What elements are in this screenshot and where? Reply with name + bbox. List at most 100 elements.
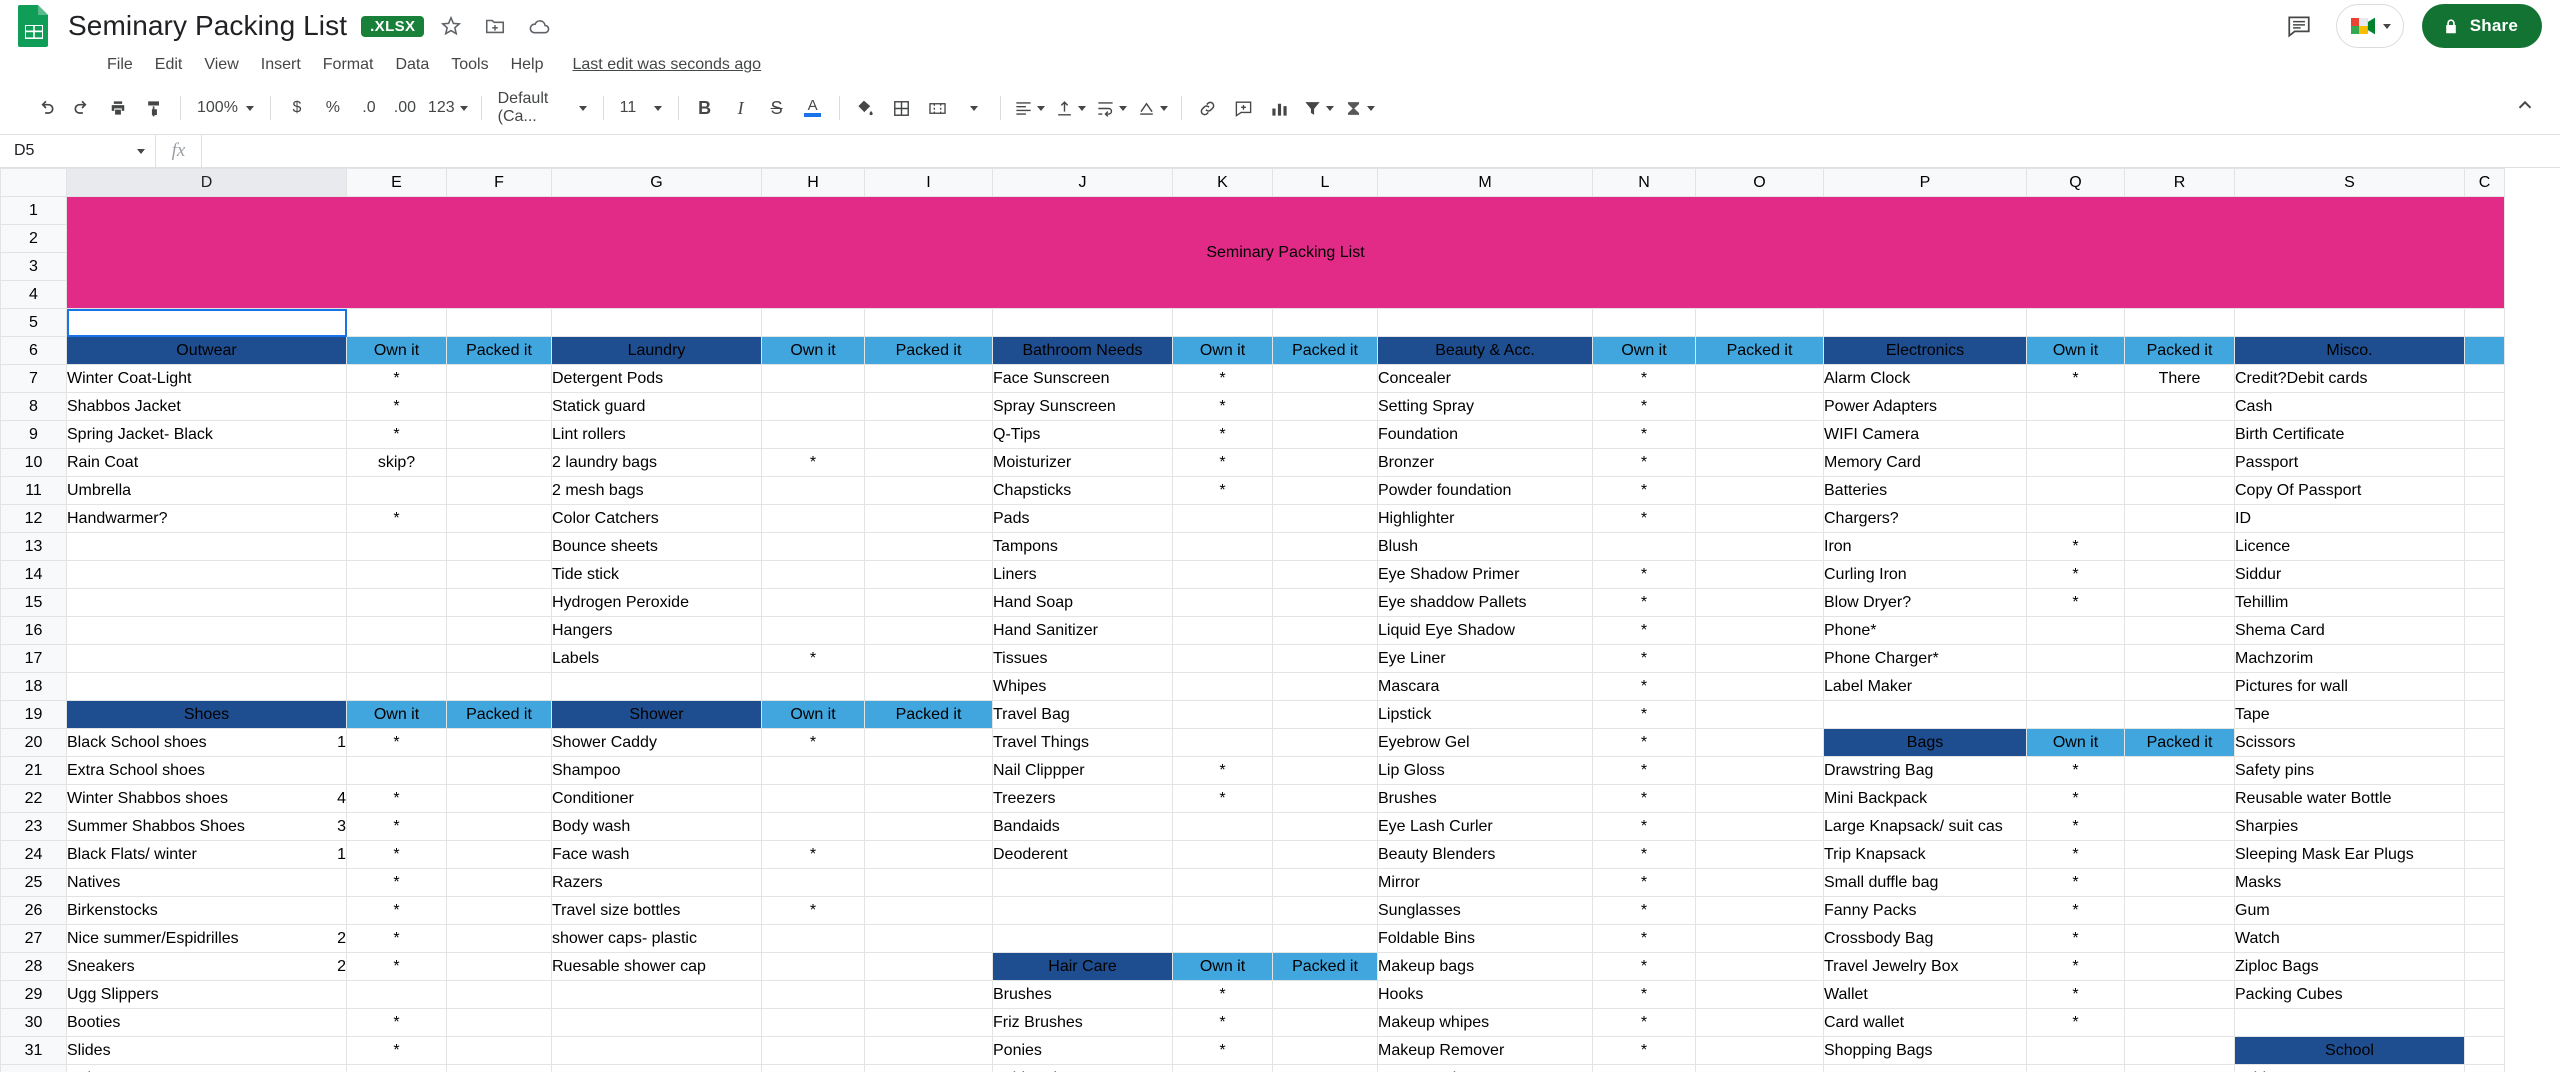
row-header-1[interactable]: 1 [0, 196, 67, 225]
grid-cell[interactable] [1172, 868, 1273, 897]
item-name[interactable]: ID [2234, 504, 2465, 533]
grid-cell[interactable] [346, 532, 447, 561]
grid-cell[interactable] [1695, 952, 1824, 981]
own-it-cell[interactable]: * [1172, 756, 1273, 785]
grid-cell[interactable] [2124, 588, 2235, 617]
grid-cell[interactable] [1272, 840, 1378, 869]
item-name[interactable]: Lipstick [1377, 700, 1593, 729]
item-name[interactable]: Large Knapsack/ suit cas [1823, 812, 2027, 841]
own-it-cell[interactable]: * [1592, 588, 1696, 617]
percent-format-button[interactable]: % [315, 90, 351, 126]
grid-cell[interactable] [551, 308, 762, 337]
grid-cell[interactable] [1695, 1064, 1824, 1072]
grid-cell[interactable] [1695, 308, 1824, 337]
own-it-cell[interactable]: * [346, 1036, 447, 1065]
item-name[interactable]: Natives [66, 868, 347, 897]
grid-cell[interactable] [2026, 644, 2125, 673]
own-it-cell[interactable]: * [1592, 728, 1696, 757]
grid-cell[interactable] [864, 672, 993, 701]
item-name[interactable]: Eye shaddow Pallets [1377, 588, 1593, 617]
item-name[interactable]: Foldable Bins [1377, 924, 1593, 953]
item-name[interactable]: Concealer [1377, 364, 1593, 393]
item-name[interactable]: Hand Sanitizer [992, 616, 1173, 645]
item-name[interactable]: Travel size bottles [551, 896, 762, 925]
row-header-9[interactable]: 9 [0, 420, 67, 449]
grid-cell[interactable] [1172, 924, 1273, 953]
grid-cell[interactable] [1592, 532, 1696, 561]
row-header-30[interactable]: 30 [0, 1008, 67, 1037]
item-name[interactable]: Lip Gloss [1377, 756, 1593, 785]
row-header-31[interactable]: 31 [0, 1036, 67, 1065]
item-name[interactable]: Tehillim [2234, 588, 2465, 617]
own-it-cell[interactable]: * [761, 896, 865, 925]
own-it-cell[interactable]: * [1592, 644, 1696, 673]
grid-cell[interactable] [1695, 924, 1824, 953]
grid-cell[interactable] [2464, 588, 2505, 617]
grid-cell[interactable] [551, 1008, 762, 1037]
item-name[interactable]: Sleeping Mask Ear Plugs [2234, 840, 2465, 869]
grid-cell[interactable] [446, 308, 552, 337]
own-it-header[interactable] [2464, 336, 2505, 365]
grid-cell[interactable] [761, 392, 865, 421]
item-name[interactable]: Birkenstocks [66, 896, 347, 925]
item-name[interactable]: Wallet [1823, 980, 2027, 1009]
own-it-cell[interactable]: * [2026, 560, 2125, 589]
item-name[interactable]: Machzorim [2234, 644, 2465, 673]
column-header-C[interactable]: C [2464, 168, 2505, 197]
grid-cell[interactable] [864, 532, 993, 561]
grid-cell[interactable] [1695, 868, 1824, 897]
item-name[interactable]: Ruesable shower cap [551, 952, 762, 981]
own-it-cell[interactable]: * [1592, 756, 1696, 785]
grid-cell[interactable] [2464, 784, 2505, 813]
grid-cell[interactable] [2026, 616, 2125, 645]
grid-cell[interactable] [2464, 1064, 2505, 1072]
grid-cell[interactable] [761, 308, 865, 337]
item-name[interactable]: Small duffle bag [1823, 868, 2027, 897]
item-name[interactable]: Masks [2234, 868, 2465, 897]
grid-cell[interactable] [2464, 1008, 2505, 1037]
collapse-toolbar-button[interactable] [2514, 95, 2546, 122]
packed-it-header[interactable]: Packed it [446, 336, 552, 365]
own-it-cell[interactable]: * [761, 728, 865, 757]
item-name[interactable]: Razers [551, 868, 762, 897]
grid-cell[interactable] [1172, 532, 1273, 561]
grid-cell[interactable] [864, 952, 993, 981]
own-it-cell[interactable]: * [1172, 1064, 1273, 1072]
row-header-2[interactable]: 2 [0, 224, 67, 253]
section-header[interactable]: Laundry [551, 336, 762, 365]
grid-cell[interactable] [2026, 392, 2125, 421]
row-header-15[interactable]: 15 [0, 588, 67, 617]
own-it-cell[interactable]: * [346, 924, 447, 953]
grid-cell[interactable] [864, 560, 993, 589]
grid-cell[interactable] [2124, 448, 2235, 477]
grid-cell[interactable] [346, 672, 447, 701]
item-name[interactable]: Statick guard [551, 392, 762, 421]
item-name[interactable]: Sunglasses [1377, 896, 1593, 925]
grid-cell[interactable] [346, 756, 447, 785]
own-it-header[interactable]: Own it [1172, 952, 1273, 981]
spreadsheet-grid[interactable]: D E F G H I J K L M N O P Q R S C 1 Seminary Packing List 2… [0, 168, 2560, 1072]
grid-cell[interactable] [1272, 980, 1378, 1009]
text-rotation-icon[interactable] [1132, 90, 1173, 126]
row-header-18[interactable]: 18 [0, 672, 67, 701]
grid-cell[interactable] [761, 784, 865, 813]
item-name[interactable]: Label Maker [1823, 672, 2027, 701]
item-name[interactable]: Bronzer [1377, 448, 1593, 477]
grid-cell[interactable] [1272, 308, 1378, 337]
grid-cell[interactable] [2124, 308, 2235, 337]
item-name[interactable]: Memory Card [1823, 448, 2027, 477]
item-name[interactable]: Crossbody Bag [1823, 924, 2027, 953]
own-it-cell[interactable]: * [2026, 952, 2125, 981]
grid-cell[interactable] [446, 924, 552, 953]
grid-cell[interactable] [2464, 476, 2505, 505]
grid-cell[interactable] [1823, 1064, 2027, 1072]
own-it-cell[interactable]: * [346, 1008, 447, 1037]
column-header-K[interactable]: K [1172, 168, 1273, 197]
item-name[interactable]: Friz Brushes [992, 1008, 1173, 1037]
grid-cell[interactable] [761, 868, 865, 897]
item-name[interactable]: Power Adapters [1823, 392, 2027, 421]
item-name[interactable]: Bobby Pins [992, 1064, 1173, 1072]
grid-cell[interactable] [2124, 812, 2235, 841]
own-it-cell[interactable]: * [761, 840, 865, 869]
grid-cell[interactable] [2026, 420, 2125, 449]
